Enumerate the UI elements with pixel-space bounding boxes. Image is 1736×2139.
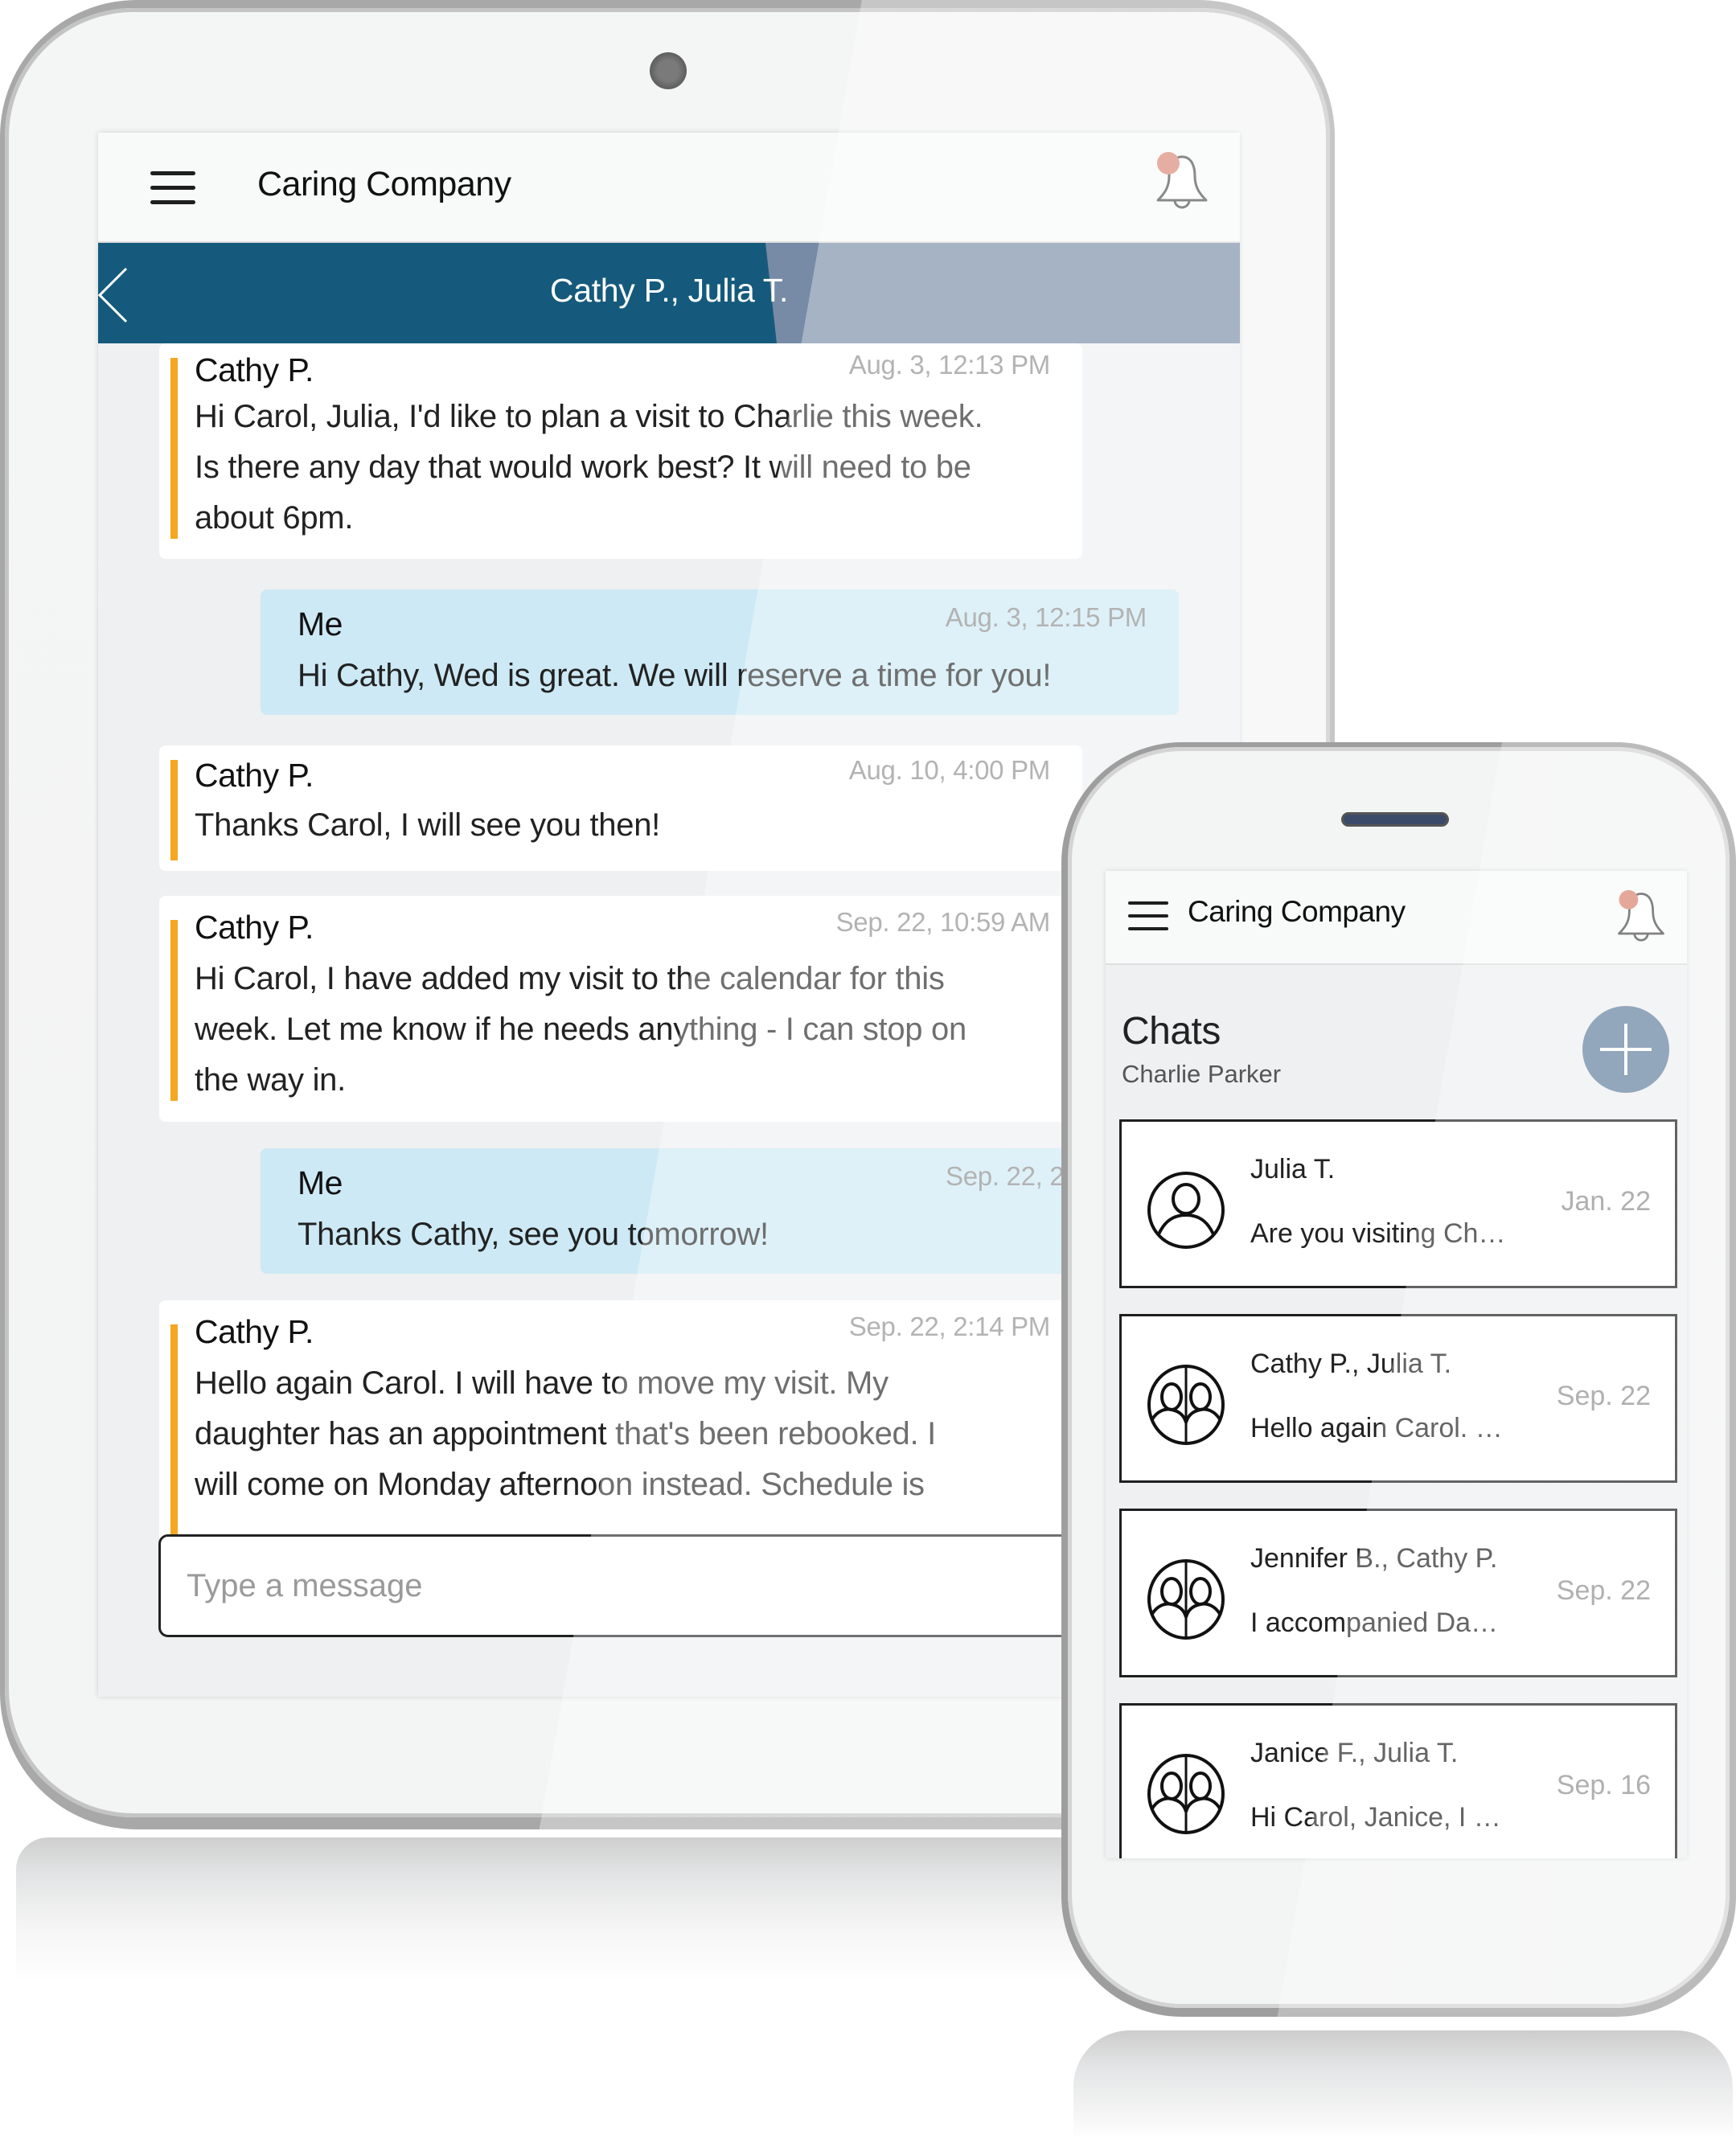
- message-line: Hi Cathy, Wed is great. We will reserve …: [298, 658, 1052, 693]
- message-line: Is there any day that would work best? I…: [195, 450, 971, 485]
- new-chat-button[interactable]: [1582, 1006, 1669, 1093]
- single-user-icon: [1147, 1172, 1225, 1249]
- message-line: week. Let me know if he needs anything -…: [195, 1012, 966, 1047]
- chat-preview: I accompanied Da…: [1250, 1607, 1499, 1638]
- message-body: Thanks Carol, I will see you then!: [195, 800, 660, 851]
- app-title: Caring Company: [257, 165, 511, 203]
- message-item: Cathy P. Aug. 3, 12:13 PM Hi Carol, Juli…: [159, 343, 1082, 559]
- hamburger-menu-icon[interactable]: [150, 171, 195, 204]
- group-users-icon: [1147, 1559, 1225, 1640]
- message-item: Cathy P. Aug. 10, 4:00 PM Thanks Carol, …: [159, 745, 1082, 871]
- chat-date: Sep. 22: [1556, 1575, 1651, 1606]
- hamburger-menu-icon[interactable]: [1128, 901, 1168, 930]
- message-body: Hi Cathy, Wed is great. We will reserve …: [298, 651, 1051, 701]
- chat-name: Cathy P., Julia T.: [1250, 1349, 1452, 1379]
- message-line: Thanks Cathy, see you tomorrow!: [298, 1217, 769, 1252]
- notification-dot: [1157, 152, 1180, 174]
- phone-screen: Caring Company Chats Charlie Parker Juli…: [1106, 871, 1687, 1858]
- chat-name: Janice F., Julia T.: [1250, 1738, 1459, 1768]
- chat-list-item[interactable]: Cathy P., Julia T. Hello again Carol. … …: [1119, 1314, 1677, 1483]
- app-title: Caring Company: [1188, 895, 1406, 928]
- message-item-mine: Me Aug. 3, 12:15 PM Hi Cathy, Wed is gre…: [261, 589, 1179, 715]
- group-users-icon: [1147, 1365, 1225, 1445]
- message-input[interactable]: [185, 1561, 912, 1611]
- message-sender: Me: [298, 606, 343, 643]
- message-body: Hello again Carol. I will have to move m…: [195, 1358, 936, 1510]
- message-line: will come on Monday afternoon instead. S…: [195, 1467, 925, 1502]
- tablet-reflection: [16, 1837, 1142, 1982]
- message-line: Hello again Carol. I will have to move m…: [195, 1365, 889, 1401]
- message-time: Sep. 22, 2: [946, 1161, 1065, 1191]
- notification-bell-icon[interactable]: [1153, 150, 1211, 211]
- conversation-title: Cathy P., Julia T.: [549, 272, 789, 309]
- phone-app-header: Caring Company: [1106, 871, 1687, 965]
- message-body: Thanks Cathy, see you tomorrow!: [298, 1209, 769, 1260]
- conversation-header: Cathy P., Julia T.: [98, 243, 1240, 343]
- phone-speaker: [1341, 812, 1449, 827]
- message-line: the way in.: [195, 1062, 346, 1098]
- message-item-mine: Me Sep. 22, 2 Thanks Cathy, see you tomo…: [261, 1148, 1179, 1274]
- chats-subtitle: Charlie Parker: [1122, 1060, 1282, 1088]
- message-line: about 6pm.: [195, 500, 354, 536]
- message-accent-bar: [170, 920, 178, 1101]
- message-line: Thanks Carol, I will see you then!: [195, 807, 660, 843]
- chat-name: Julia T.: [1250, 1154, 1336, 1184]
- message-sender: Cathy P.: [195, 757, 314, 794]
- chats-title: Chats: [1122, 1010, 1221, 1053]
- phone-reflection: [1073, 2030, 1733, 2139]
- message-time: Aug. 10, 4:00 PM: [848, 755, 1051, 785]
- chat-preview: Hi Carol, Janice, I …: [1250, 1802, 1501, 1833]
- message-sender: Me: [298, 1164, 343, 1201]
- message-body: Hi Carol, I have added my visit to the c…: [195, 954, 966, 1106]
- message-accent-bar: [170, 760, 178, 860]
- message-line: daughter has an appointment that's been …: [195, 1416, 936, 1451]
- chat-preview: Are you visiting Ch…: [1250, 1218, 1506, 1249]
- message-time: Aug. 3, 12:13 PM: [848, 350, 1051, 380]
- message-line: Hi Carol, I have added my visit to the c…: [195, 961, 945, 996]
- message-line: Hi Carol, Julia, I'd like to plan a visi…: [195, 399, 983, 434]
- message-sender: Cathy P.: [195, 351, 314, 388]
- chat-list-item[interactable]: Janice F., Julia T. Hi Carol, Janice, I …: [1119, 1703, 1677, 1858]
- notification-bell-icon[interactable]: [1615, 887, 1668, 945]
- chat-date: Jan. 22: [1561, 1186, 1651, 1217]
- message-accent-bar: [170, 358, 178, 539]
- chat-name: Jennifer B., Cathy P.: [1250, 1543, 1498, 1574]
- notification-dot: [1619, 889, 1639, 909]
- chat-date: Sep. 16: [1556, 1770, 1651, 1800]
- message-time: Sep. 22, 2:14 PM: [848, 1312, 1051, 1341]
- message-sender: Cathy P.: [195, 909, 314, 946]
- chat-list-item[interactable]: Jennifer B., Cathy P. I accompanied Da… …: [1119, 1509, 1677, 1677]
- chat-list-item[interactable]: Julia T. Are you visiting Ch… Jan. 22: [1119, 1119, 1677, 1288]
- message-time: Aug. 3, 12:15 PM: [945, 602, 1147, 632]
- chat-date: Sep. 22: [1556, 1381, 1651, 1411]
- message-body: Hi Carol, Julia, I'd like to plan a visi…: [195, 392, 983, 544]
- message-time: Sep. 22, 10:59 AM: [835, 907, 1051, 937]
- tablet-camera: [650, 52, 687, 89]
- message-item: Cathy P. Sep. 22, 10:59 AM Hi Carol, I h…: [159, 896, 1082, 1122]
- tablet-app-header: Caring Company: [98, 133, 1240, 244]
- chat-preview: Hello again Carol. …: [1250, 1413, 1503, 1443]
- message-sender: Cathy P.: [195, 1313, 314, 1350]
- group-users-icon: [1147, 1754, 1225, 1834]
